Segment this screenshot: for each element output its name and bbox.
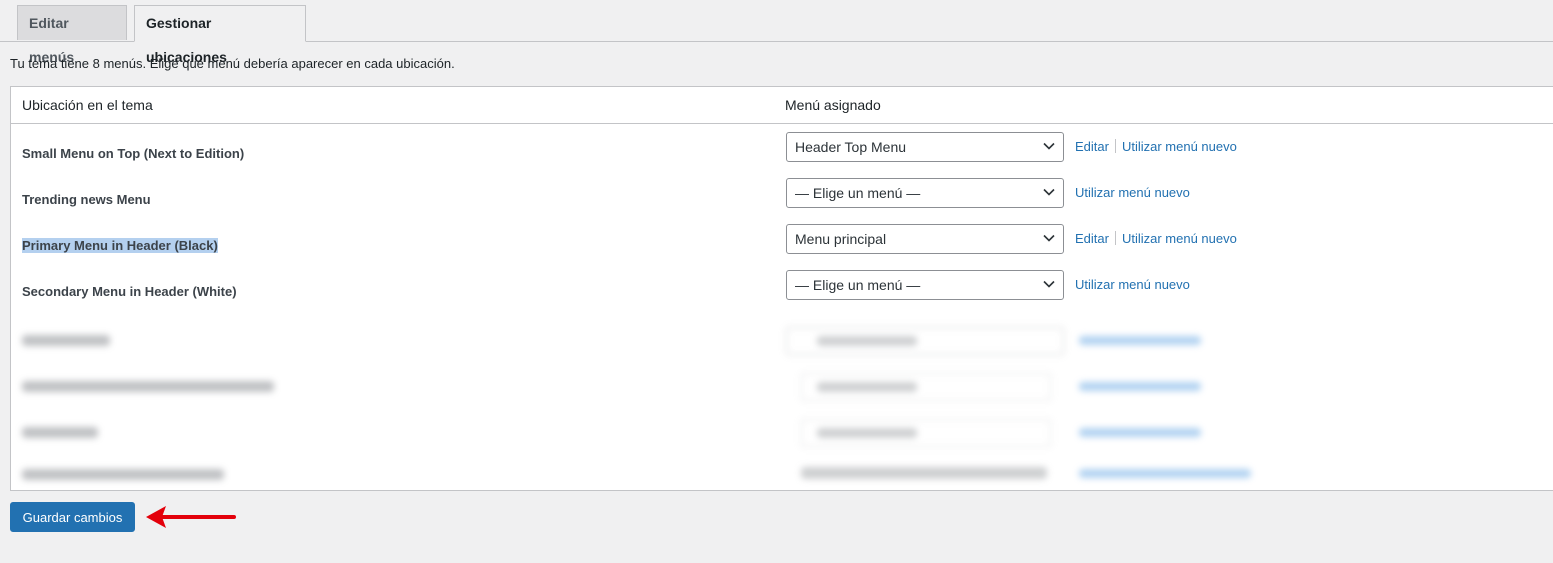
select-value: — Elige un menú — [795,185,921,201]
table-row: Secondary Menu in Header (White) — Elige… [11,270,1553,316]
table-row: Small Menu on Top (Next to Edition) Head… [11,132,1553,178]
location-label: Small Menu on Top (Next to Edition) [22,146,245,161]
row-links: Editar Utilizar menú nuevo [1075,139,1237,154]
location-label: Trending news Menu [22,192,151,207]
row-links: Utilizar menú nuevo [1075,277,1190,292]
nav-tab-wrapper: Editar menús Gestionar ubicaciones [0,0,1553,65]
link-separator [1114,231,1116,245]
select-value: Menu principal [795,231,887,247]
chevron-down-icon [1043,188,1055,196]
use-new-menu-link[interactable]: Utilizar menú nuevo [1122,139,1237,154]
intro-text: Tu tema tiene 8 menús. Elige qué menú de… [10,56,455,71]
row-links: Editar Utilizar menú nuevo [1075,231,1237,246]
table-row: Trending news Menu — Elige un menú — Uti… [11,178,1553,224]
edit-link[interactable]: Editar [1075,139,1109,154]
menu-select[interactable]: — Elige un menú — [786,270,1064,300]
header-assigned-menu: Menú asignado [785,97,881,113]
link-separator [1114,139,1116,153]
chevron-down-icon [1043,142,1055,150]
row-links: Utilizar menú nuevo [1075,185,1190,200]
location-label: Secondary Menu in Header (White) [22,284,237,299]
use-new-menu-link[interactable]: Utilizar menú nuevo [1075,277,1190,292]
header-location: Ubicación en el tema [22,97,153,113]
use-new-menu-link[interactable]: Utilizar menú nuevo [1075,185,1190,200]
select-value: Header Top Menu [795,139,907,155]
table-header: Ubicación en el tema Menú asignado [11,87,1553,124]
table-row: Primary Menu in Header (Black) Menu prin… [11,224,1553,270]
edit-link[interactable]: Editar [1075,231,1109,246]
blurred-row [11,373,1553,403]
menu-locations-table: Ubicación en el tema Menú asignado Small… [10,86,1553,491]
blurred-row [11,419,1553,449]
red-arrow-annotation-icon [146,506,236,528]
tab-edit-menus[interactable]: Editar menús [17,5,127,65]
blurred-row [11,327,1553,357]
menu-select[interactable]: Header Top Menu [786,132,1064,162]
select-value: — Elige un menú — [795,277,921,293]
save-changes-button[interactable]: Guardar cambios [10,502,135,532]
chevron-down-icon [1043,280,1055,288]
use-new-menu-link[interactable]: Utilizar menú nuevo [1122,231,1237,246]
menu-select[interactable]: — Elige un menú — [786,178,1064,208]
chevron-down-icon [1043,234,1055,242]
menu-select[interactable]: Menu principal [786,224,1064,254]
blurred-row [11,463,1553,487]
tab-manage-locations[interactable]: Gestionar ubicaciones [134,5,306,65]
location-label: Primary Menu in Header (Black) [22,238,218,253]
